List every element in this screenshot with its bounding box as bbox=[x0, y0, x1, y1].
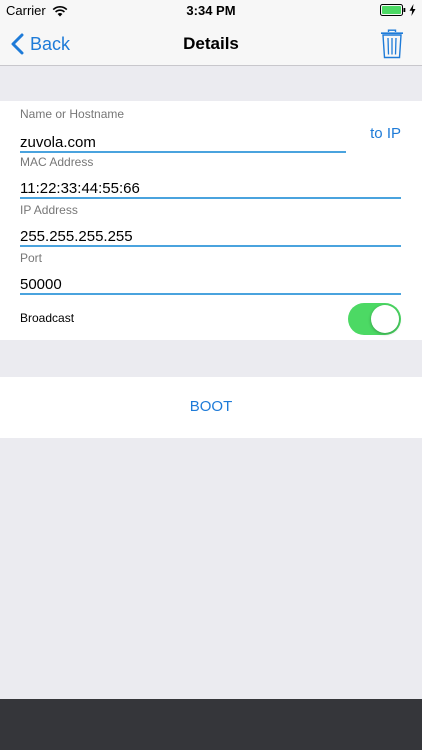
port-label: Port bbox=[20, 251, 43, 265]
trash-icon[interactable] bbox=[380, 29, 404, 59]
ip-field: IP Address bbox=[20, 203, 401, 247]
toggle-knob bbox=[371, 305, 399, 333]
ip-input[interactable] bbox=[20, 227, 401, 247]
status-right bbox=[380, 4, 416, 16]
hostname-input[interactable] bbox=[20, 133, 346, 153]
boot-button[interactable]: BOOT bbox=[0, 398, 422, 415]
bottom-bar bbox=[0, 699, 422, 750]
status-time: 3:34 PM bbox=[186, 3, 236, 18]
port-field: Port bbox=[20, 251, 401, 295]
navigation-bar: Back Details bbox=[0, 22, 422, 66]
hostname-field: Name or Hostname bbox=[20, 107, 346, 153]
broadcast-toggle[interactable] bbox=[348, 303, 401, 335]
ip-label: IP Address bbox=[20, 203, 78, 217]
port-input[interactable] bbox=[20, 275, 401, 295]
broadcast-label: Broadcast bbox=[20, 311, 75, 325]
to-ip-button[interactable]: to IP bbox=[370, 125, 401, 142]
mac-field: MAC Address bbox=[20, 155, 401, 199]
broadcast-row: Broadcast bbox=[20, 303, 401, 335]
charging-bolt-icon bbox=[409, 4, 416, 16]
boot-section: BOOT bbox=[0, 377, 422, 438]
mac-label: MAC Address bbox=[20, 155, 94, 169]
battery-icon bbox=[380, 4, 406, 16]
screen: Carrier 3:34 PM Back Details Name or Hos… bbox=[0, 0, 422, 750]
mac-input[interactable] bbox=[20, 179, 401, 199]
hostname-label: Name or Hostname bbox=[20, 107, 125, 121]
device-form: Name or Hostname to IP MAC Address IP Ad… bbox=[0, 101, 422, 340]
status-bar: Carrier 3:34 PM bbox=[0, 0, 422, 22]
page-title: Details bbox=[183, 34, 239, 53]
